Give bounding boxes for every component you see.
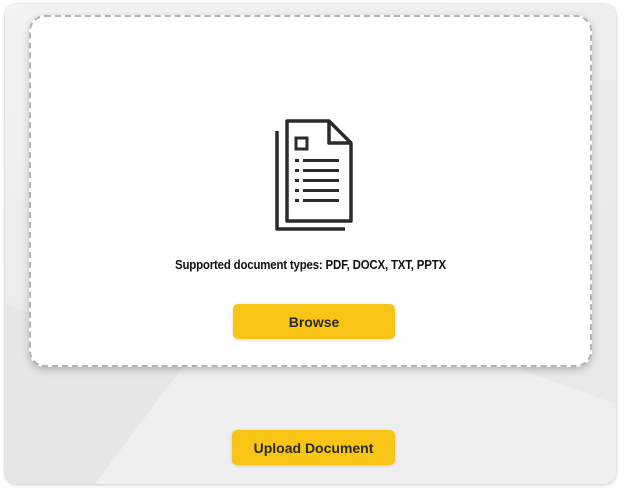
- file-dropzone[interactable]: Supported document types: PDF, DOCX, TXT…: [29, 15, 592, 367]
- upload-document-button[interactable]: Upload Document: [232, 430, 395, 465]
- browse-button[interactable]: Browse: [233, 304, 395, 339]
- upload-panel: Supported document types: PDF, DOCX, TXT…: [5, 4, 616, 484]
- document-icon: [275, 119, 353, 231]
- supported-types-label: Supported document types: PDF, DOCX, TXT…: [175, 257, 446, 272]
